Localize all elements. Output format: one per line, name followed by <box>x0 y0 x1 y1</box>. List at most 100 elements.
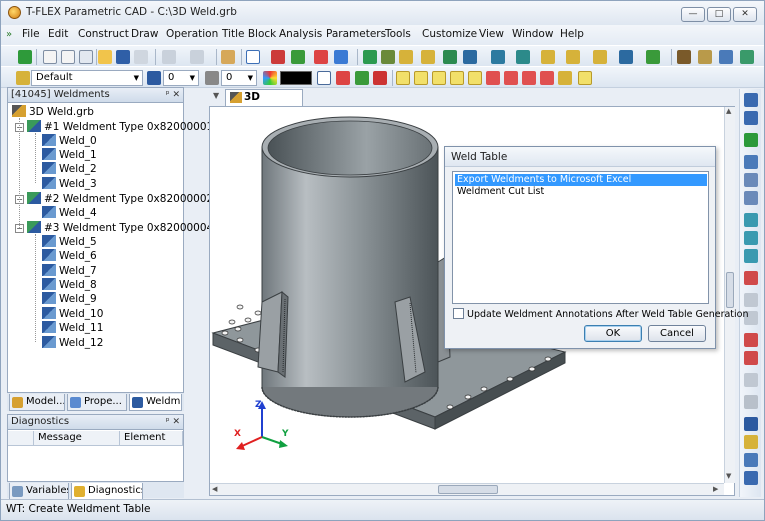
assembly-icon[interactable] <box>646 50 660 64</box>
title-bar[interactable]: T-FLEX Parametric CAD - C:\3D Weld.grb —… <box>1 1 764 25</box>
scroll-left-icon[interactable]: ◀ <box>212 485 217 493</box>
weld-icon[interactable] <box>619 50 633 64</box>
vertical-scroll-thumb[interactable] <box>726 272 734 308</box>
priority-combo[interactable]: 0 ▼ <box>221 70 257 86</box>
measure-view-icon[interactable] <box>744 453 758 467</box>
weld-table-list[interactable]: Export Weldments to Microsoft Excel Weld… <box>452 171 709 304</box>
tree-item[interactable]: Weld_4 <box>42 206 97 220</box>
scroll-up-icon[interactable]: ▲ <box>726 107 731 115</box>
tab-weldments[interactable]: Weldm... <box>129 394 182 411</box>
maximize-button[interactable]: □ <box>707 7 731 22</box>
sketch-line-icon[interactable] <box>271 50 285 64</box>
panel-pin-close-icon[interactable]: ᵖ ✕ <box>166 88 180 102</box>
level-combo[interactable]: 0 ▼ <box>163 70 199 86</box>
tab-scroll-arrow-icon[interactable]: ▼ <box>213 91 219 100</box>
menu-construct[interactable]: Construct <box>78 28 129 40</box>
horizontal-scroll-thumb[interactable] <box>438 485 498 494</box>
color-palette-icon[interactable] <box>263 71 277 85</box>
snap-body-icon[interactable] <box>468 71 482 85</box>
light-icon[interactable] <box>744 373 758 387</box>
snap-axis-icon[interactable] <box>522 71 536 85</box>
confirm-icon[interactable] <box>744 133 758 147</box>
layer-combo[interactable]: Default ▼ <box>31 70 143 86</box>
menu-view[interactable]: View <box>479 28 504 40</box>
save-icon[interactable] <box>116 50 130 64</box>
rotate-view-icon[interactable] <box>744 249 758 263</box>
tree-group[interactable]: #2 Weldment Type 0x82000002 <box>27 192 213 206</box>
redo-icon[interactable] <box>190 50 204 64</box>
pan-icon[interactable] <box>744 231 758 245</box>
tree-item[interactable]: Weld_8 <box>42 278 97 292</box>
update-annotations-checkbox[interactable]: Update Weldment Annotations After Weld T… <box>453 308 749 320</box>
filter-icon[interactable] <box>317 71 331 85</box>
display-mode-icon[interactable] <box>744 271 758 285</box>
render-icon[interactable] <box>740 50 754 64</box>
tree-item[interactable]: Weld_11 <box>42 321 103 335</box>
panel-pin-close-icon[interactable]: ᵖ ✕ <box>166 415 180 429</box>
zoom-icon[interactable] <box>744 213 758 227</box>
tab-diagnostics[interactable]: Diagnostics <box>71 483 143 500</box>
grip-check-icon[interactable] <box>18 50 32 64</box>
zoom-fit-icon[interactable] <box>744 173 758 187</box>
print-icon[interactable] <box>134 50 148 64</box>
snap-node-icon[interactable] <box>396 71 410 85</box>
iso-view-icon[interactable] <box>744 435 758 449</box>
menu-grip-icon[interactable]: » <box>6 29 17 41</box>
section-icon[interactable] <box>744 333 758 347</box>
select-mode-icon[interactable] <box>744 93 758 107</box>
tab-model[interactable]: Model... <box>9 394 65 411</box>
page-view-icon[interactable] <box>744 471 758 485</box>
tree-item[interactable]: Weld_0 <box>42 134 97 148</box>
select-filter-icon[interactable] <box>744 111 758 125</box>
tree-group[interactable]: #3 Weldment Type 0x82000004 <box>27 221 213 235</box>
menu-parameters[interactable]: Parameters <box>326 28 386 40</box>
menu-customize[interactable]: Customize <box>422 28 477 40</box>
cancel-button[interactable]: Cancel <box>648 325 706 342</box>
tab-properties[interactable]: Prope... <box>67 394 127 411</box>
close-button[interactable]: ✕ <box>733 7 757 22</box>
snap-all-icon[interactable] <box>578 71 592 85</box>
snap-edge-icon[interactable] <box>432 71 446 85</box>
zoom-in-icon[interactable] <box>744 155 758 169</box>
standard-views-icon[interactable] <box>744 417 758 431</box>
tree-item[interactable]: Weld_5 <box>42 235 97 249</box>
deselect-icon[interactable] <box>355 71 369 85</box>
tree-item[interactable]: Weld_12 <box>42 336 103 350</box>
align-icon[interactable] <box>334 50 348 64</box>
menu-title-block[interactable]: Title Block <box>222 28 276 40</box>
tree-item[interactable]: Weld_7 <box>42 264 97 278</box>
chamfer-icon[interactable] <box>491 50 505 64</box>
vertical-scrollbar[interactable]: ▲ ▼ <box>724 107 735 483</box>
rotate-icon[interactable] <box>381 50 395 64</box>
snap-face-icon[interactable] <box>450 71 464 85</box>
list-item-cut-list[interactable]: Weldment Cut List <box>455 186 707 198</box>
sweep-icon[interactable] <box>421 50 435 64</box>
menu-window[interactable]: Window <box>512 28 553 40</box>
snap-vertex-icon[interactable] <box>504 71 518 85</box>
axis-snap-icon[interactable] <box>314 50 328 64</box>
new-3d-file-icon[interactable] <box>61 50 75 64</box>
tree-item[interactable]: Weld_1 <box>42 148 97 162</box>
extrude-icon[interactable] <box>363 50 377 64</box>
diagnostics-col-message[interactable]: Message <box>34 431 120 446</box>
tree-item[interactable]: Weld_6 <box>42 249 97 263</box>
fillet-icon[interactable] <box>463 50 477 64</box>
node-icon[interactable] <box>291 50 305 64</box>
mirror-icon[interactable] <box>566 50 580 64</box>
camera-icon[interactable] <box>744 395 758 409</box>
tree-item[interactable]: Weld_9 <box>42 292 97 306</box>
minimize-button[interactable]: — <box>681 7 705 22</box>
horizontal-scrollbar[interactable]: ◀ ▶ <box>210 483 724 495</box>
new-file-icon[interactable] <box>43 50 57 64</box>
menu-operation[interactable]: Operation <box>166 28 218 40</box>
menu-help[interactable]: Help <box>560 28 584 40</box>
menu-tools[interactable]: Tools <box>385 28 411 40</box>
tab-variables[interactable]: Variables <box>9 483 69 500</box>
shell-icon[interactable] <box>516 50 530 64</box>
view-icon[interactable] <box>719 50 733 64</box>
edit-pencil-icon[interactable] <box>221 50 235 64</box>
tree-group[interactable]: #1 Weldment Type 0x82000001 <box>27 120 213 134</box>
tools-icon[interactable] <box>677 50 691 64</box>
document-tab[interactable]: 3D Weld.grb <box>225 89 303 118</box>
sheet-metal-icon[interactable] <box>593 50 607 64</box>
